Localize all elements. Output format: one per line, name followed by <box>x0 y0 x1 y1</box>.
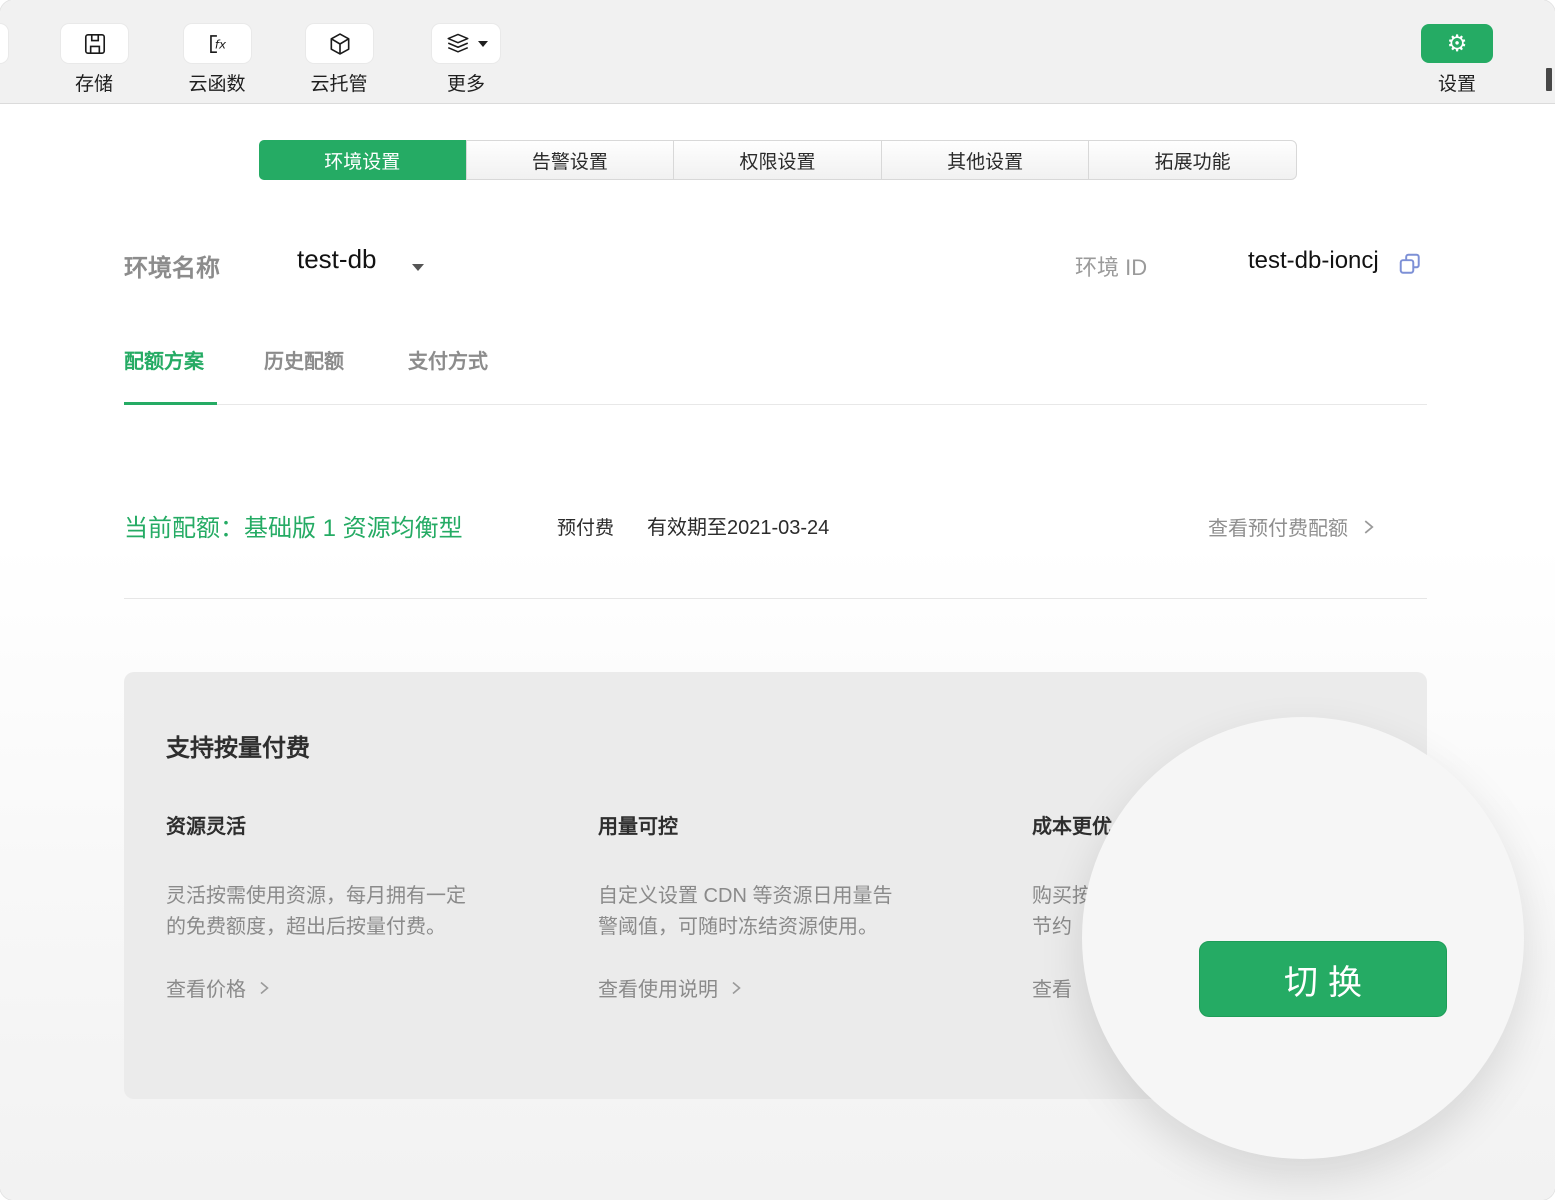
tab-alarm-settings[interactable]: 告警设置 <box>466 141 674 179</box>
view-prepaid-quota-label: 查看预付费配额 <box>1208 512 1348 541</box>
clipped-toolbar-item <box>1546 68 1552 91</box>
billing-mode-text: 预付费 <box>557 513 614 540</box>
validity-text: 有效期至2021-03-24 <box>647 511 829 540</box>
chevron-down-icon <box>478 41 488 47</box>
column-body: 自定义设置 CDN 等资源日用量告 警阈值，可随时冻结资源使用。 <box>598 881 998 943</box>
column-title: 用量可控 <box>598 810 998 839</box>
cloud-function-label: 云函数 <box>157 69 277 96</box>
chevron-right-icon <box>1362 518 1375 536</box>
view-price-link[interactable]: 查看价格 <box>166 973 566 1002</box>
subtab-quota-plan[interactable]: 配额方案 <box>124 345 204 374</box>
clipped-toolbar-button[interactable] <box>0 24 8 63</box>
storage-label: 存储 <box>34 69 154 96</box>
tab-permission-settings[interactable]: 权限设置 <box>673 141 881 179</box>
cloud-function-button[interactable]: fx <box>184 24 251 63</box>
settings-label: 设置 <box>1397 69 1517 96</box>
chevron-right-icon <box>258 980 270 996</box>
toolbar: 存储 fx 云函数 云托管 <box>0 0 1555 104</box>
section-divider <box>124 598 1427 599</box>
view-usage-guide-link[interactable]: 查看使用说明 <box>598 973 998 1002</box>
function-icon: fx <box>205 31 231 57</box>
env-id-label: 环境 ID <box>1075 250 1147 282</box>
view-usage-guide-label: 查看使用说明 <box>598 973 718 1002</box>
cloud-run-label: 云托管 <box>279 69 399 96</box>
svg-text:fx: fx <box>214 37 226 51</box>
settings-tabgroup: 环境设置 告警设置 权限设置 其他设置 拓展功能 <box>259 140 1297 180</box>
chevron-right-icon <box>730 980 742 996</box>
panel-title: 支持按量付费 <box>166 728 310 763</box>
gear-icon: ⚙ <box>1447 32 1468 55</box>
magnifier-circle <box>1082 717 1524 1159</box>
tab-extensions[interactable]: 拓展功能 <box>1088 141 1296 179</box>
layers-icon <box>445 31 471 57</box>
env-name-label: 环境名称 <box>124 248 220 283</box>
tab-env-settings[interactable]: 环境设置 <box>259 140 466 180</box>
more-label: 更多 <box>406 69 526 96</box>
cloud-run-button[interactable] <box>306 24 373 63</box>
tab-other-settings[interactable]: 其他设置 <box>881 141 1089 179</box>
env-id-value: test-db-ioncj <box>1248 247 1379 275</box>
cube-icon <box>327 31 353 57</box>
switch-button[interactable]: 切换 <box>1199 941 1447 1017</box>
app-window: 存储 fx 云函数 云托管 <box>0 0 1555 1200</box>
subtab-divider <box>124 404 1427 405</box>
view-prepaid-quota-link[interactable]: 查看预付费配额 <box>1208 512 1375 541</box>
column-body: 灵活按需使用资源，每月拥有一定 的免费额度，超出后按量付费。 <box>166 881 566 943</box>
view-link-clipped-label: 查看 <box>1032 973 1072 1002</box>
settings-button[interactable]: ⚙ <box>1421 24 1493 63</box>
subtab-payment-method[interactable]: 支付方式 <box>408 345 488 374</box>
view-price-label: 查看价格 <box>166 973 246 1002</box>
current-quota-text: 当前配额：基础版 1 资源均衡型 <box>124 508 463 543</box>
floppy-icon <box>82 31 108 57</box>
copy-icon[interactable] <box>1398 252 1422 276</box>
panel-column-resource-flex: 资源灵活 灵活按需使用资源，每月拥有一定 的免费额度，超出后按量付费。 查看价格 <box>166 810 566 1002</box>
more-button[interactable] <box>432 24 500 63</box>
panel-column-usage-control: 用量可控 自定义设置 CDN 等资源日用量告 警阈值，可随时冻结资源使用。 查看… <box>598 810 998 1002</box>
column-title: 资源灵活 <box>166 810 566 839</box>
subtab-active-indicator <box>124 402 217 405</box>
env-dropdown-caret-icon[interactable] <box>412 264 424 271</box>
env-name-value[interactable]: test-db <box>297 244 377 275</box>
storage-button[interactable] <box>61 24 128 63</box>
subtab-history-quota[interactable]: 历史配额 <box>264 345 344 374</box>
